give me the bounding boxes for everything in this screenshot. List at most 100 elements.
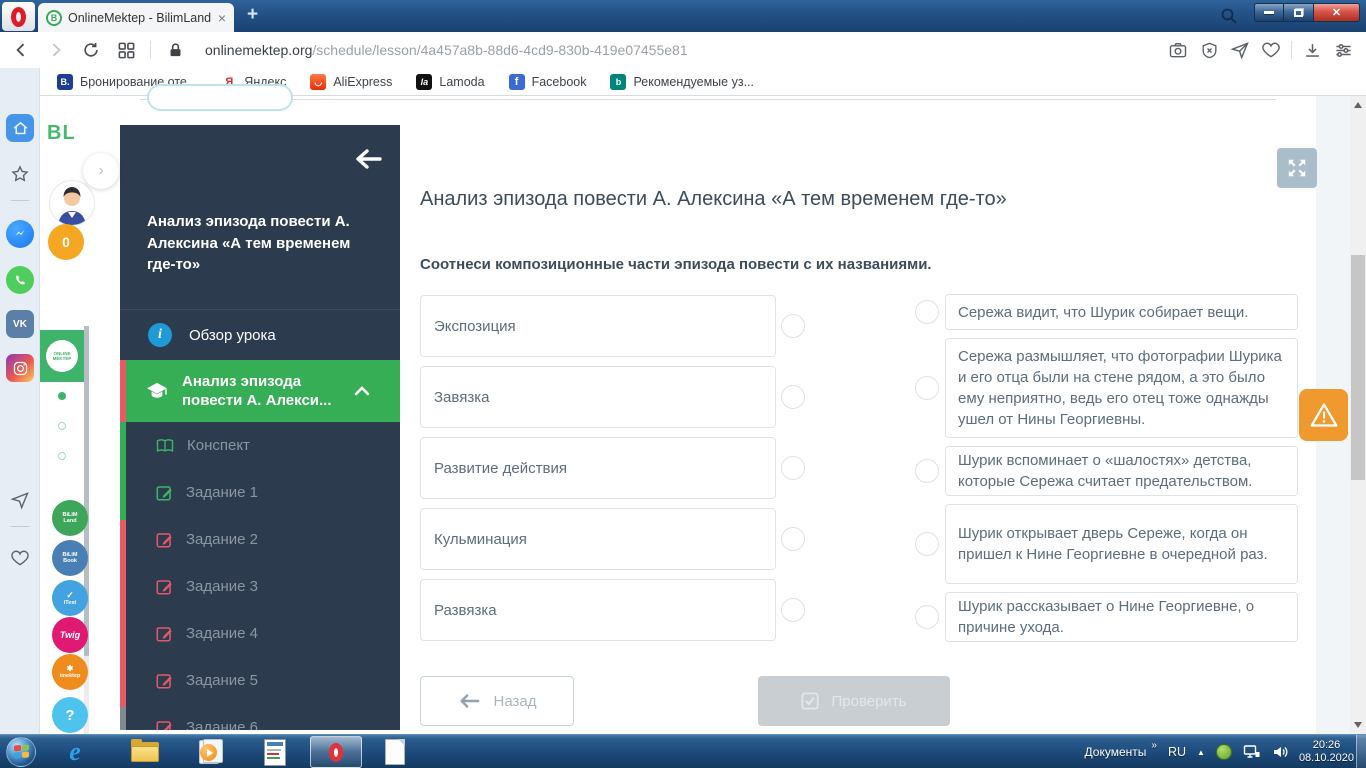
volume-tray-icon[interactable] [1272, 744, 1288, 760]
check-button[interactable]: Проверить [758, 676, 950, 726]
connector-radio[interactable] [915, 300, 939, 324]
opera-menu-button[interactable] [2, 2, 35, 31]
star-icon[interactable] [6, 160, 34, 188]
match-definition-box[interactable]: Сережа размышляет, что фотографии Шурика… [915, 338, 1298, 438]
tab-close-icon[interactable]: × [218, 11, 226, 25]
fullscreen-button[interactable] [1277, 148, 1317, 188]
nav-item-task-2[interactable]: Задание 2 [156, 516, 386, 563]
vk-icon[interactable]: VK [6, 310, 34, 338]
bookmark-lamoda[interactable]: la Lamoda [416, 74, 485, 90]
instagram-icon[interactable] [6, 354, 34, 382]
taskbar-document-app-icon[interactable] [258, 737, 292, 767]
app-itest-icon[interactable]: ✓ iTest [52, 580, 88, 616]
taskbar-notepad-icon[interactable] [378, 737, 412, 767]
downloads-icon[interactable] [1301, 39, 1323, 61]
reload-icon[interactable] [80, 39, 102, 61]
messenger-icon[interactable] [6, 220, 34, 248]
home-icon[interactable] [6, 114, 34, 142]
show-desktop-button[interactable] [1356, 735, 1366, 768]
network-tray-icon[interactable] [1243, 744, 1261, 760]
nav-dot-active[interactable] [58, 392, 66, 400]
nav-item-task-5[interactable]: Задание 5 [156, 657, 386, 704]
notification-badge[interactable]: 0 [48, 224, 84, 260]
app-imektep-icon[interactable]: ✱ imektep [52, 654, 88, 690]
user-avatar[interactable] [49, 180, 95, 226]
nav-section-active[interactable]: Анализ эпизода повести А. Алекси... [120, 360, 400, 422]
connector-radio[interactable] [781, 456, 805, 480]
match-term-box[interactable]: Развязка [420, 579, 805, 641]
sidebar-collapse-chevron-icon[interactable]: › [83, 153, 119, 189]
connector-radio[interactable] [781, 314, 805, 338]
documents-toolbar-label[interactable]: Документы [1085, 745, 1147, 759]
scroll-up-icon[interactable] [1354, 102, 1362, 108]
blocked-shield-icon[interactable] [1198, 39, 1220, 61]
connector-radio[interactable] [915, 532, 939, 556]
forward-icon[interactable] [45, 39, 67, 61]
nav-item-task-4[interactable]: Задание 4 [156, 610, 386, 657]
cutoff-pill-button[interactable] [147, 84, 293, 111]
back-button[interactable]: Назад [420, 676, 574, 726]
match-definition-box[interactable]: Сережа видит, что Шурик собирает вещи. [915, 294, 1298, 330]
nav-item-task-6[interactable]: Задание 6 [156, 704, 386, 730]
bookmark-heart-icon[interactable] [1260, 39, 1282, 61]
connector-radio[interactable] [781, 527, 805, 551]
antivirus-tray-icon[interactable] [1215, 744, 1232, 760]
match-term-box[interactable]: Экспозиция [420, 295, 805, 357]
taskbar-opera-active-button[interactable] [310, 736, 362, 768]
bookmark-recommended[interactable]: b Рекомендуемые уз... [610, 74, 754, 90]
my-flow-send-icon[interactable] [1229, 39, 1251, 61]
nav-item-overview[interactable]: i Обзор урока [120, 310, 400, 360]
taskbar-clock[interactable]: 20:26 08.10.2020 [1299, 739, 1354, 765]
scrollbar-thumb[interactable] [1351, 255, 1365, 480]
connector-radio[interactable] [915, 459, 939, 483]
connector-radio[interactable] [915, 376, 939, 400]
nav-item-konspekt[interactable]: Конспект [156, 422, 386, 469]
report-warning-button[interactable] [1299, 389, 1348, 441]
toolbar-overflow-chevron[interactable]: » [1151, 740, 1157, 751]
whatsapp-icon[interactable] [6, 266, 34, 294]
back-icon[interactable] [10, 39, 32, 61]
match-term-box[interactable]: Кульминация [420, 508, 805, 570]
match-definition-box[interactable]: Шурик вспоминает о «шалостях» детства, к… [915, 446, 1298, 496]
connector-radio[interactable] [781, 385, 805, 409]
taskbar-internet-explorer-icon[interactable]: e [58, 737, 92, 767]
browser-tab[interactable]: B OnlineMektep - BilimLand × [38, 3, 234, 32]
new-tab-button[interactable]: + [247, 4, 258, 26]
connector-radio[interactable] [781, 598, 805, 622]
app-bilimbook-icon[interactable]: BiLiM Book [52, 540, 88, 576]
my-flow-icon[interactable] [6, 486, 34, 514]
help-icon[interactable]: ? [52, 697, 88, 733]
lock-icon[interactable] [164, 39, 186, 61]
app-bilimland-icon[interactable]: BiLiM Land [52, 500, 88, 536]
match-definition-box[interactable]: Шурик открывает дверь Сереже, когда он п… [915, 504, 1298, 584]
taskbar-media-player-icon[interactable] [192, 737, 226, 767]
nav-item-task-3[interactable]: Задание 3 [156, 563, 386, 610]
match-definition-box[interactable]: Шурик рассказывает о Нине Георгиевне, о … [915, 592, 1298, 642]
show-hidden-icons-arrow[interactable]: ▲ [1197, 748, 1205, 757]
close-button[interactable]: ✕ [1313, 3, 1360, 22]
language-indicator[interactable]: RU [1168, 745, 1186, 759]
start-button[interactable] [6, 737, 36, 767]
match-term-box[interactable]: Развитие действия [420, 437, 805, 499]
taskbar-explorer-folder-icon[interactable] [128, 737, 162, 767]
active-app-onlinemektep[interactable]: ONLINE MEKTEP [40, 330, 84, 382]
address-url[interactable]: onlinemektep.org/schedule/lesson/4a457a8… [205, 42, 688, 58]
titlebar-search-icon[interactable] [1220, 7, 1238, 25]
connector-radio[interactable] [915, 605, 939, 629]
bookmark-facebook[interactable]: f Facebook [508, 74, 586, 90]
app-twig-icon[interactable]: Twig [52, 617, 88, 653]
page-scrollbar[interactable] [1350, 96, 1366, 734]
scroll-down-icon[interactable] [1354, 722, 1362, 728]
personal-news-heart-icon[interactable] [6, 544, 34, 572]
bookmark-aliexpress[interactable]: ◡ AliExpress [310, 74, 392, 90]
nav-item-task-1[interactable]: Задание 1 [156, 469, 386, 516]
snapshot-camera-icon[interactable] [1167, 39, 1189, 61]
nav-dot[interactable] [58, 452, 66, 460]
nav-dot[interactable] [58, 422, 66, 430]
nav-back-arrow-icon[interactable] [352, 147, 384, 171]
easy-setup-sliders-icon[interactable] [1332, 39, 1354, 61]
speed-dial-icon[interactable] [115, 39, 137, 61]
restore-button[interactable] [1284, 3, 1313, 22]
match-term-box[interactable]: Завязка [420, 366, 805, 428]
minimize-button[interactable] [1254, 3, 1284, 22]
